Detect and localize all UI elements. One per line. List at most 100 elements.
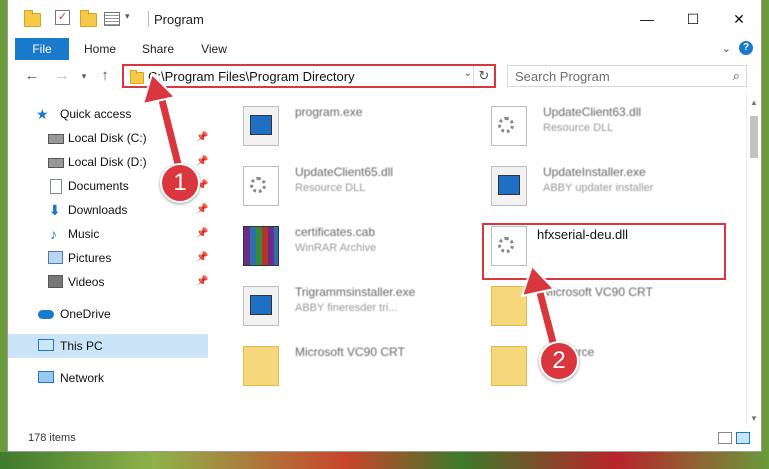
file-item[interactable]: UpdateClient63.dll Resource DLL [481, 100, 721, 148]
sidebar-item-quick-access[interactable]: ★ Quick access [8, 102, 208, 126]
sidebar-item-label: Music [68, 227, 100, 241]
address-folder-icon [130, 70, 144, 84]
folder-icon [491, 286, 527, 326]
file-item[interactable]: certificates.cab WinRAR Archive [233, 220, 473, 268]
scrollbar-thumb[interactable] [750, 116, 758, 158]
onedrive-icon [38, 307, 54, 321]
file-item[interactable]: Microsoft VC90 CRT [233, 340, 473, 388]
archive-icon [243, 226, 279, 266]
drive-icon [48, 131, 64, 145]
file-name: UpdateClient65.dll [295, 165, 394, 179]
refresh-icon[interactable]: ↻ [473, 66, 494, 86]
highlight-box-file [482, 223, 726, 280]
recent-locations-chevron-icon[interactable]: ▾ [74, 66, 94, 86]
file-name: program.exe [295, 105, 363, 119]
title-bar: ✓ ▾ Program — ☐ ✕ [8, 0, 761, 38]
scroll-down-arrow-icon[interactable]: ▼ [750, 414, 758, 423]
search-placeholder[interactable]: Search Program [515, 69, 610, 84]
customize-toolbar-chevron-icon[interactable]: ▾ [125, 11, 130, 22]
file-type: WinRAR Archive [295, 242, 377, 254]
exe-icon [243, 106, 279, 146]
step-1-badge: 1 [160, 163, 200, 203]
address-dropdown-icon[interactable]: ⌄ [464, 68, 472, 79]
sidebar-item-local-disk-c[interactable]: Local Disk (C:) 📌 [8, 126, 208, 150]
new-folder-icon[interactable] [80, 10, 97, 27]
file-item[interactable]: Resource [481, 340, 721, 388]
folder-icon [243, 346, 279, 386]
sidebar-item-onedrive[interactable]: OneDrive [8, 302, 208, 326]
sidebar-item-label: Local Disk (C:) [68, 131, 147, 145]
checkmark-icon[interactable]: ✓ [55, 10, 71, 26]
file-item[interactable]: UpdateClient65.dll Resource DLL [233, 160, 473, 208]
tab-home[interactable]: Home [74, 38, 126, 60]
exe-icon [491, 166, 527, 206]
file-type: ABBY fineresder tri... [295, 302, 398, 314]
scroll-up-arrow-icon[interactable]: ▲ [750, 98, 758, 107]
network-icon [38, 371, 54, 385]
pin-icon[interactable]: 📌 [196, 270, 208, 294]
sidebar-item-label: Local Disk (D:) [68, 155, 147, 169]
sidebar-item-this-pc[interactable]: This PC [8, 334, 208, 358]
pin-icon[interactable]: 📌 [196, 198, 208, 222]
sidebar-item-pictures[interactable]: Pictures 📌 [8, 246, 208, 270]
details-view-icon[interactable] [718, 432, 732, 444]
properties-icon[interactable] [104, 10, 120, 26]
tab-file[interactable]: File [15, 38, 69, 60]
file-name: Microsoft VC90 CRT [295, 345, 405, 359]
close-button[interactable]: ✕ [716, 0, 762, 38]
status-bar: 178 items [8, 428, 761, 450]
videos-icon [48, 275, 63, 289]
star-icon: ★ [36, 106, 49, 122]
minimize-button[interactable]: — [624, 0, 670, 38]
pin-icon[interactable]: 📌 [196, 150, 208, 174]
address-path[interactable]: C:\Program Files\Program Directory [148, 69, 355, 84]
help-icon[interactable]: ? [739, 41, 753, 55]
file-item[interactable]: UpdateInstaller.exe ABBY updater install… [481, 160, 721, 208]
drive-icon [48, 155, 64, 169]
up-arrow-icon[interactable]: ↑ [95, 66, 115, 86]
sidebar-item-label: Documents [68, 179, 129, 193]
ribbon: File Home Share View ⌄ ? [8, 38, 761, 61]
search-icon[interactable]: ⌕ [733, 68, 740, 84]
large-icons-view-icon[interactable] [736, 432, 750, 444]
file-explorer-window: ✓ ▾ Program — ☐ ✕ File Home Share View ⌄… [7, 0, 762, 452]
folder-icon [24, 10, 41, 27]
address-bar[interactable]: C:\Program Files\Program Directory ⌄ ↻ [122, 64, 496, 88]
file-type: Resource DLL [295, 182, 366, 194]
file-name: UpdateClient63.dll [543, 105, 642, 119]
tab-view[interactable]: View [190, 38, 238, 60]
file-item[interactable]: Trigrammsinstaller.exe ABBY fineresder t… [233, 280, 473, 328]
navigation-bar: ← → ▾ ↑ C:\Program Files\Program Directo… [8, 60, 761, 94]
expand-ribbon-chevron-icon[interactable]: ⌄ [722, 42, 731, 55]
tab-share[interactable]: Share [132, 38, 184, 60]
file-type: ABBY updater installer [543, 182, 654, 194]
sidebar-item-label: Quick access [60, 107, 132, 121]
window-title: Program [154, 12, 204, 27]
sidebar-item-music[interactable]: ♪ Music 📌 [8, 222, 208, 246]
file-item[interactable]: program.exe [233, 100, 473, 148]
desktop-background [0, 452, 769, 469]
file-item[interactable]: Microsoft VC90 CRT [481, 280, 721, 328]
exe-icon [243, 286, 279, 326]
dll-icon [243, 166, 279, 206]
pin-icon[interactable]: 📌 [196, 246, 208, 270]
sidebar-item-label: This PC [60, 339, 103, 353]
pin-icon[interactable]: 📌 [196, 126, 208, 150]
back-arrow-icon[interactable]: ← [22, 66, 42, 86]
maximize-button[interactable]: ☐ [670, 0, 716, 38]
documents-icon [50, 179, 64, 194]
pin-icon[interactable]: 📌 [196, 222, 208, 246]
dll-icon [491, 106, 527, 146]
title-separator [148, 11, 149, 27]
vertical-scrollbar[interactable]: ▲ ▼ [746, 94, 761, 426]
sidebar-item-videos[interactable]: Videos 📌 [8, 270, 208, 294]
file-name: certificates.cab [295, 225, 376, 239]
sidebar-item-label: Downloads [68, 203, 128, 217]
forward-arrow-icon[interactable]: → [52, 66, 72, 86]
downloads-icon: ⬇ [49, 202, 61, 218]
this-pc-icon [38, 339, 54, 353]
sidebar-item-network[interactable]: Network [8, 366, 208, 390]
search-box[interactable]: Search Program ⌕ [507, 65, 747, 87]
pictures-icon [48, 251, 63, 265]
folder-icon [491, 346, 527, 386]
